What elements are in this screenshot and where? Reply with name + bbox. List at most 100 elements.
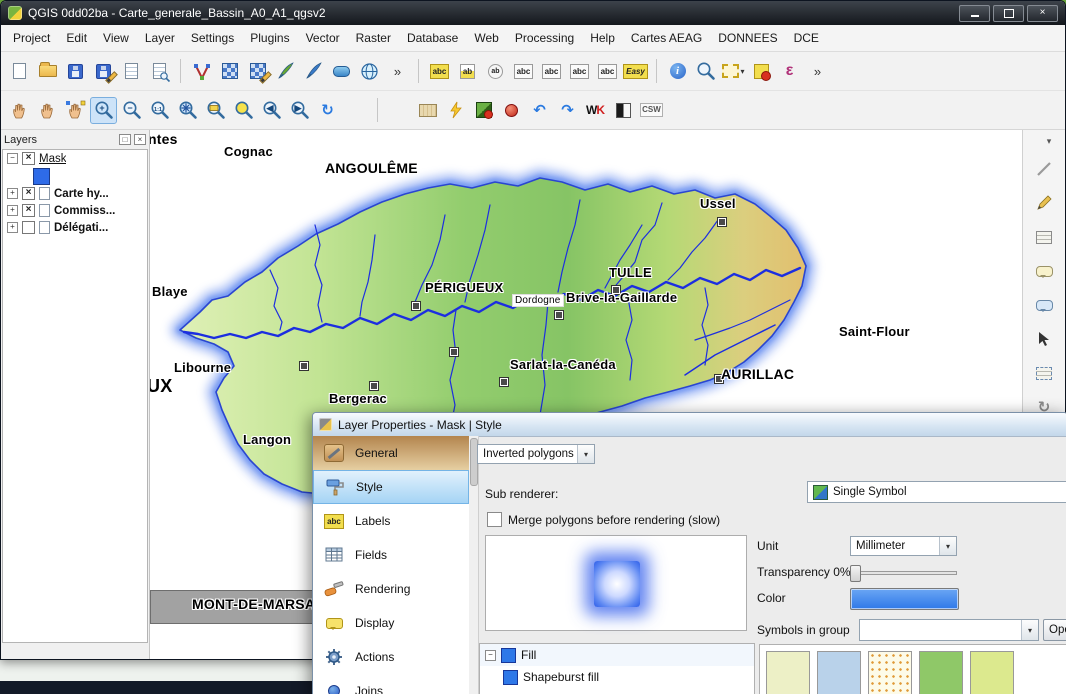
color-button[interactable] (850, 588, 959, 610)
callout-bubble-1-button[interactable] (1032, 260, 1056, 282)
menu-cartes-aeag[interactable]: Cartes AEAG (623, 27, 710, 49)
dialog-title-bar[interactable]: Layer Properties - Mask | Style (313, 413, 1066, 437)
identify-features-button[interactable]: i (664, 58, 691, 85)
magnifier-tool-button[interactable] (692, 58, 719, 85)
layer-visibility-checkbox[interactable] (22, 221, 35, 234)
menu-layer[interactable]: Layer (137, 27, 183, 49)
slider-handle[interactable] (850, 565, 861, 582)
maximize-button[interactable] (993, 5, 1024, 22)
layer-visibility-checkbox[interactable]: × (22, 152, 35, 165)
annotation-slash-button[interactable] (1032, 158, 1056, 180)
menu-help[interactable]: Help (582, 27, 623, 49)
toolbar-overflow-2-button[interactable]: » (804, 58, 831, 85)
layer-item-d-l-gati[interactable]: +Délégati... (3, 219, 147, 236)
dialog-tab-actions[interactable]: Actions (313, 640, 469, 674)
dialog-tab-general[interactable]: General (313, 436, 469, 470)
zoom-to-selection-button[interactable] (230, 97, 257, 124)
measure-ruler-button[interactable] (414, 97, 441, 124)
menu-dce[interactable]: DCE (786, 27, 827, 49)
layer-item-mask[interactable]: −×Mask (3, 150, 147, 167)
quill-blue-button[interactable] (300, 58, 327, 85)
action-box-button[interactable] (470, 97, 497, 124)
open-project-button[interactable] (34, 58, 61, 85)
geometry-blob-button[interactable] (328, 58, 355, 85)
symbols-in-group-combobox[interactable]: ▾ (859, 619, 1039, 641)
labeling-ab-round-button[interactable]: ab (482, 58, 509, 85)
new-print-composer-button[interactable] (118, 58, 145, 85)
layer-symbol-swatch[interactable] (33, 168, 50, 185)
dialog-tab-style[interactable]: Style (313, 470, 469, 504)
toolbar-overflow-1-button[interactable]: » (384, 58, 411, 85)
zoom-native-button[interactable]: 1:1 (146, 97, 173, 124)
symbol-tree-item-shapeburst-fill[interactable]: Shapeburst fill (480, 666, 754, 688)
run-feature-action-button[interactable] (442, 97, 469, 124)
dialog-tab-scrollbar[interactable] (469, 436, 479, 694)
annotation-note-button[interactable] (1032, 226, 1056, 248)
symbol-tree-item-fill[interactable]: −Fill (480, 644, 754, 666)
menu-database[interactable]: Database (399, 27, 466, 49)
swatch-yellowgreen[interactable] (970, 651, 1014, 694)
expander-icon[interactable]: + (7, 222, 18, 233)
renderer-combobox[interactable]: Inverted polygons ▾ (477, 444, 595, 464)
contrast-square-button[interactable] (610, 97, 637, 124)
labeling-abc-2-button[interactable]: abc (538, 58, 565, 85)
transparency-slider[interactable] (850, 565, 957, 581)
zoom-full-button[interactable] (174, 97, 201, 124)
undo-button[interactable]: ↶ (526, 97, 553, 124)
menu-web[interactable]: Web (466, 27, 506, 49)
dialog-tab-display[interactable]: Display (313, 606, 469, 640)
composer-manager-button[interactable] (146, 58, 173, 85)
layer-visibility-checkbox[interactable]: × (22, 204, 35, 217)
labeling-abc-4-button[interactable]: abc (594, 58, 621, 85)
annotation-blob-button[interactable] (498, 97, 525, 124)
expander-icon[interactable]: + (7, 205, 18, 216)
select-rectangle-button[interactable]: ▾ (720, 58, 747, 85)
labeling-abc-button[interactable]: abc (426, 58, 453, 85)
swatch-cream[interactable] (766, 651, 810, 694)
title-bar[interactable]: QGIS 0dd02ba - Carte_generale_Bassin_A0_… (1, 1, 1065, 25)
swatch-green[interactable] (919, 651, 963, 694)
close-panel-icon[interactable]: × (134, 134, 146, 145)
layer-tree[interactable]: −×Mask+×Carte hy...+×Commiss...+Délégati… (2, 149, 148, 643)
menu-settings[interactable]: Settings (183, 27, 242, 49)
labeling-abc-3-button[interactable]: abc (566, 58, 593, 85)
dialog-tab-rendering[interactable]: Rendering (313, 572, 469, 606)
menu-donnees[interactable]: DONNEES (710, 27, 785, 49)
quill-green-button[interactable] (272, 58, 299, 85)
swatch-lightblue[interactable] (817, 651, 861, 694)
menu-vector[interactable]: Vector (298, 27, 348, 49)
easy-custom-labeling-button[interactable]: Easy (622, 58, 649, 85)
menu-edit[interactable]: Edit (58, 27, 95, 49)
save-project-as-button[interactable] (90, 58, 117, 85)
pan-to-selection-button[interactable] (62, 97, 89, 124)
save-project-button[interactable] (62, 58, 89, 85)
expander-icon[interactable]: − (7, 153, 18, 164)
refresh-map-button[interactable]: ↻ (314, 97, 341, 124)
dialog-tab-labels[interactable]: abcLabels (313, 504, 469, 538)
dialog-tab-joins[interactable]: Joins (313, 674, 469, 694)
menu-view[interactable]: View (95, 27, 137, 49)
layer-visibility-checkbox[interactable]: × (22, 187, 35, 200)
expander-icon[interactable]: − (485, 650, 496, 661)
touch-zoom-button[interactable] (6, 97, 33, 124)
statistics-epsilon-button[interactable]: ε (776, 58, 803, 85)
cad-digitizing-button[interactable] (188, 58, 215, 85)
single-symbol-combobox[interactable]: Single Symbol (807, 481, 1066, 503)
labeling-abc-1-button[interactable]: abc (510, 58, 537, 85)
metasearch-csw-button[interactable]: CSW (638, 97, 665, 124)
labeling-ab-highlight-button[interactable]: ab (454, 58, 481, 85)
menu-project[interactable]: Project (5, 27, 58, 49)
merge-polygons-checkbox[interactable] (487, 512, 502, 527)
undock-panel-icon[interactable]: □ (119, 134, 131, 145)
menu-processing[interactable]: Processing (507, 27, 582, 49)
callout-bubble-2-button[interactable] (1032, 294, 1056, 316)
zoom-last-button[interactable]: ◀ (258, 97, 285, 124)
close-button[interactable]: × (1027, 5, 1058, 22)
menu-plugins[interactable]: Plugins (242, 27, 297, 49)
zoom-out-button[interactable]: − (118, 97, 145, 124)
right-toolbar-overflow-button[interactable]: ▾ (1037, 136, 1061, 146)
swatch-dotted[interactable] (868, 651, 912, 694)
new-project-button[interactable] (6, 58, 33, 85)
zoom-in-button[interactable]: + (90, 97, 117, 124)
redo-button[interactable]: ↷ (554, 97, 581, 124)
